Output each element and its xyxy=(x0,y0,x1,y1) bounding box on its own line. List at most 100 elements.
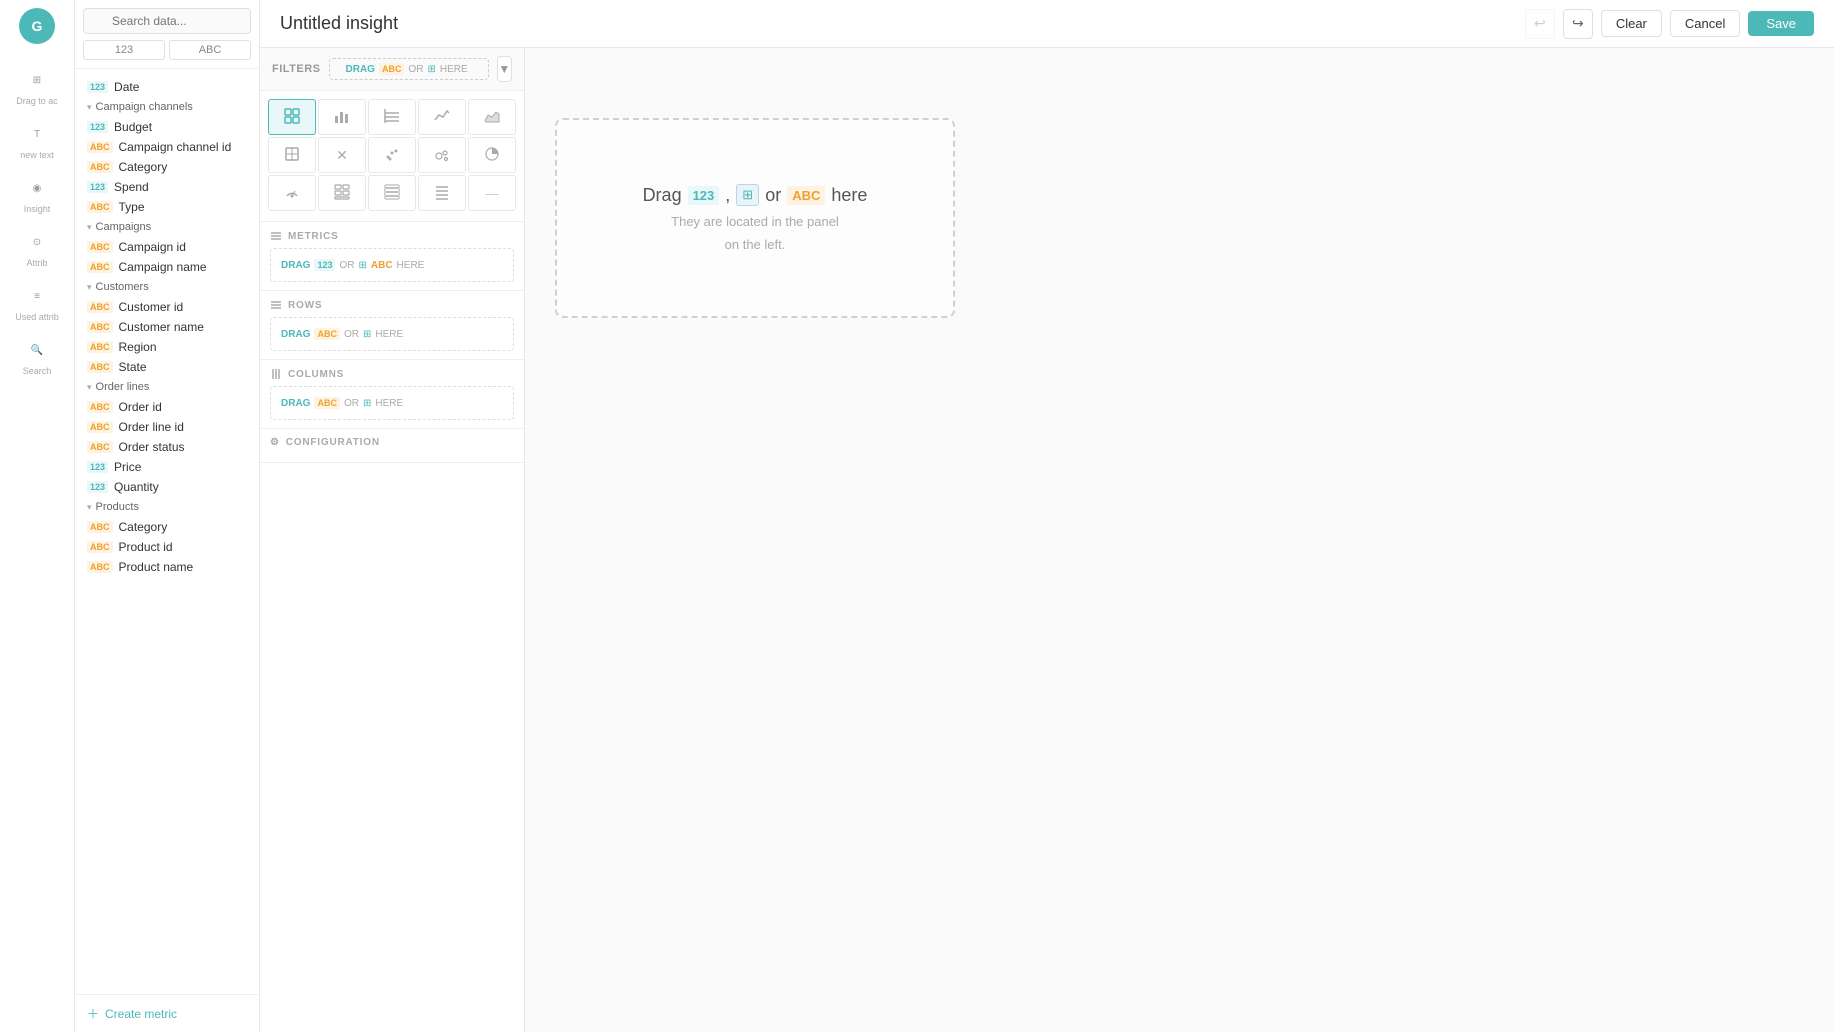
rows-icon xyxy=(270,299,282,311)
data-item-state[interactable]: ABC State xyxy=(75,357,259,377)
columns-badge-abc: ABC xyxy=(314,397,340,409)
badge-campaign-name: ABC xyxy=(87,261,113,273)
clear-button[interactable]: Clear xyxy=(1601,10,1662,37)
rows-here: HERE xyxy=(375,329,403,340)
data-item-category-cc[interactable]: ABC Category xyxy=(75,157,259,177)
config-section-rows: ROWS DRAG ABC OR ⊞ HERE xyxy=(260,291,524,360)
sidebar-item-insight[interactable]: ◉ Insight xyxy=(0,168,74,222)
search-nav-icon: 🔍 xyxy=(25,338,49,362)
redo-button[interactable]: ↪ xyxy=(1563,9,1593,39)
badge-quantity: 123 xyxy=(87,481,108,493)
sidebar-item-attrib[interactable]: ⊙ Attrib xyxy=(0,222,74,276)
sidebar-item-insight-label: Insight xyxy=(24,204,51,214)
chart-type-gauge[interactable] xyxy=(268,175,316,211)
config-section-metrics: METRICS DRAG 123 OR ⊞ ABC HERE xyxy=(260,222,524,291)
create-metric-button[interactable]: ＋ Create metric xyxy=(87,1005,177,1022)
data-item-category-p[interactable]: ABC Category xyxy=(75,517,259,537)
data-item-price[interactable]: 123 Price xyxy=(75,457,259,477)
data-item-campaign-name-label: Campaign name xyxy=(119,260,207,274)
section-campaign-channels[interactable]: ▾ Campaign channels xyxy=(75,97,259,117)
rows-table-icon: ⊞ xyxy=(363,329,371,340)
type-tab-123[interactable]: 123 xyxy=(83,40,165,60)
section-order-lines[interactable]: ▾ Order lines xyxy=(75,377,259,397)
data-item-campaign-id[interactable]: ABC Campaign id xyxy=(75,237,259,257)
sidebar-item-attrib-label: Attrib xyxy=(26,258,47,268)
configuration-header[interactable]: ⚙ CONFIGURATION xyxy=(270,437,514,448)
filter-options-button[interactable]: ▼ xyxy=(497,56,512,82)
data-item-region[interactable]: ABC Region xyxy=(75,337,259,357)
data-item-campaign-channel-id[interactable]: ABC Campaign channel id xyxy=(75,137,259,157)
section-products[interactable]: ▾ Products xyxy=(75,497,259,517)
chart-type-pie[interactable] xyxy=(468,137,516,173)
badge-category-p: ABC xyxy=(87,521,113,533)
metrics-label: METRICS xyxy=(288,231,339,242)
search-input[interactable] xyxy=(83,8,251,34)
columns-drop-zone[interactable]: DRAG ABC OR ⊞ HERE xyxy=(270,386,514,420)
columns-table-icon: ⊞ xyxy=(363,398,371,409)
chart-type-bar[interactable] xyxy=(318,99,366,135)
badge-spend: 123 xyxy=(87,181,108,193)
app-sidebar: G ⊞ Drag to ac T new text ◉ Insight ⊙ At… xyxy=(0,0,75,1032)
data-item-product-id[interactable]: ABC Product id xyxy=(75,537,259,557)
type-tabs: 123 ABC xyxy=(83,40,251,60)
metrics-drop-zone[interactable]: DRAG 123 OR ⊞ ABC HERE xyxy=(270,248,514,282)
sidebar-item-newtext-label: new text xyxy=(20,150,54,160)
data-item-spend[interactable]: 123 Spend xyxy=(75,177,259,197)
section-campaign-channels-label: Campaign channels xyxy=(96,101,193,113)
data-item-campaign-id-label: Campaign id xyxy=(119,240,186,254)
data-item-region-label: Region xyxy=(119,340,157,354)
sidebar-item-search[interactable]: 🔍 Search xyxy=(0,330,74,384)
workspace: FILTERS DRAG ABC OR ⊞ HERE ▼ xyxy=(260,48,1834,1032)
data-item-date[interactable]: 123 Date xyxy=(75,77,259,97)
chart-type-bubble[interactable] xyxy=(418,137,466,173)
data-item-product-id-label: Product id xyxy=(119,540,173,554)
chart-type-list2[interactable] xyxy=(418,175,466,211)
undo-button[interactable]: ↩ xyxy=(1525,9,1555,39)
chart-type-cross[interactable]: ✕ xyxy=(318,137,366,173)
rows-label: ROWS xyxy=(288,300,322,311)
data-item-product-name[interactable]: ABC Product name xyxy=(75,557,259,577)
section-order-lines-label: Order lines xyxy=(96,381,150,393)
sidebar-item-used-attrib-label: Used attrib xyxy=(15,312,59,322)
cancel-button[interactable]: Cancel xyxy=(1670,10,1740,37)
data-item-campaign-name[interactable]: ABC Campaign name xyxy=(75,257,259,277)
data-item-budget[interactable]: 123 Budget xyxy=(75,117,259,137)
chart-type-scatter[interactable] xyxy=(368,137,416,173)
chart-type-pivot[interactable] xyxy=(368,99,416,135)
chart-type-empty[interactable]: — xyxy=(468,175,516,211)
filter-drop-zone[interactable]: DRAG ABC OR ⊞ HERE xyxy=(329,58,489,80)
data-item-order-id[interactable]: ABC Order id xyxy=(75,397,259,417)
sidebar-item-newtext[interactable]: T new text xyxy=(0,114,74,168)
type-tab-abc[interactable]: ABC xyxy=(169,40,251,60)
data-item-order-line-id[interactable]: ABC Order line id xyxy=(75,417,259,437)
data-item-category-cc-label: Category xyxy=(119,160,168,174)
columns-icon xyxy=(270,368,282,380)
columns-header: COLUMNS xyxy=(270,368,514,380)
empty-canvas-sub1: They are located in the panel xyxy=(671,214,839,229)
metrics-table-icon: ⊞ xyxy=(358,260,366,271)
section-customers[interactable]: ▾ Customers xyxy=(75,277,259,297)
rows-drop-zone[interactable]: DRAG ABC OR ⊞ HERE xyxy=(270,317,514,351)
gauge-icon xyxy=(284,184,300,203)
badge-customer-id: ABC xyxy=(87,301,113,313)
app-logo[interactable]: G xyxy=(19,8,55,44)
chart-type-list1[interactable] xyxy=(368,175,416,211)
data-item-quantity[interactable]: 123 Quantity xyxy=(75,477,259,497)
chart-type-table[interactable] xyxy=(268,99,316,135)
badge-customer-name: ABC xyxy=(87,321,113,333)
chart-type-line[interactable] xyxy=(418,99,466,135)
badge-category-cc: ABC xyxy=(87,161,113,173)
section-campaigns[interactable]: ▾ Campaigns xyxy=(75,217,259,237)
data-item-type-cc[interactable]: ABC Type xyxy=(75,197,259,217)
chart-type-area[interactable] xyxy=(468,99,516,135)
metrics-badge-abc: ABC xyxy=(371,260,393,271)
sidebar-item-used-attrib[interactable]: ≡ Used attrib xyxy=(0,276,74,330)
chart-type-grid1[interactable] xyxy=(318,175,366,211)
sidebar-item-drag[interactable]: ⊞ Drag to ac xyxy=(0,60,74,114)
data-item-customer-name[interactable]: ABC Customer name xyxy=(75,317,259,337)
plus-icon: ＋ xyxy=(87,1005,99,1022)
chart-type-geo[interactable] xyxy=(268,137,316,173)
data-item-order-status[interactable]: ABC Order status xyxy=(75,437,259,457)
save-button[interactable]: Save xyxy=(1748,11,1814,36)
data-item-customer-id[interactable]: ABC Customer id xyxy=(75,297,259,317)
